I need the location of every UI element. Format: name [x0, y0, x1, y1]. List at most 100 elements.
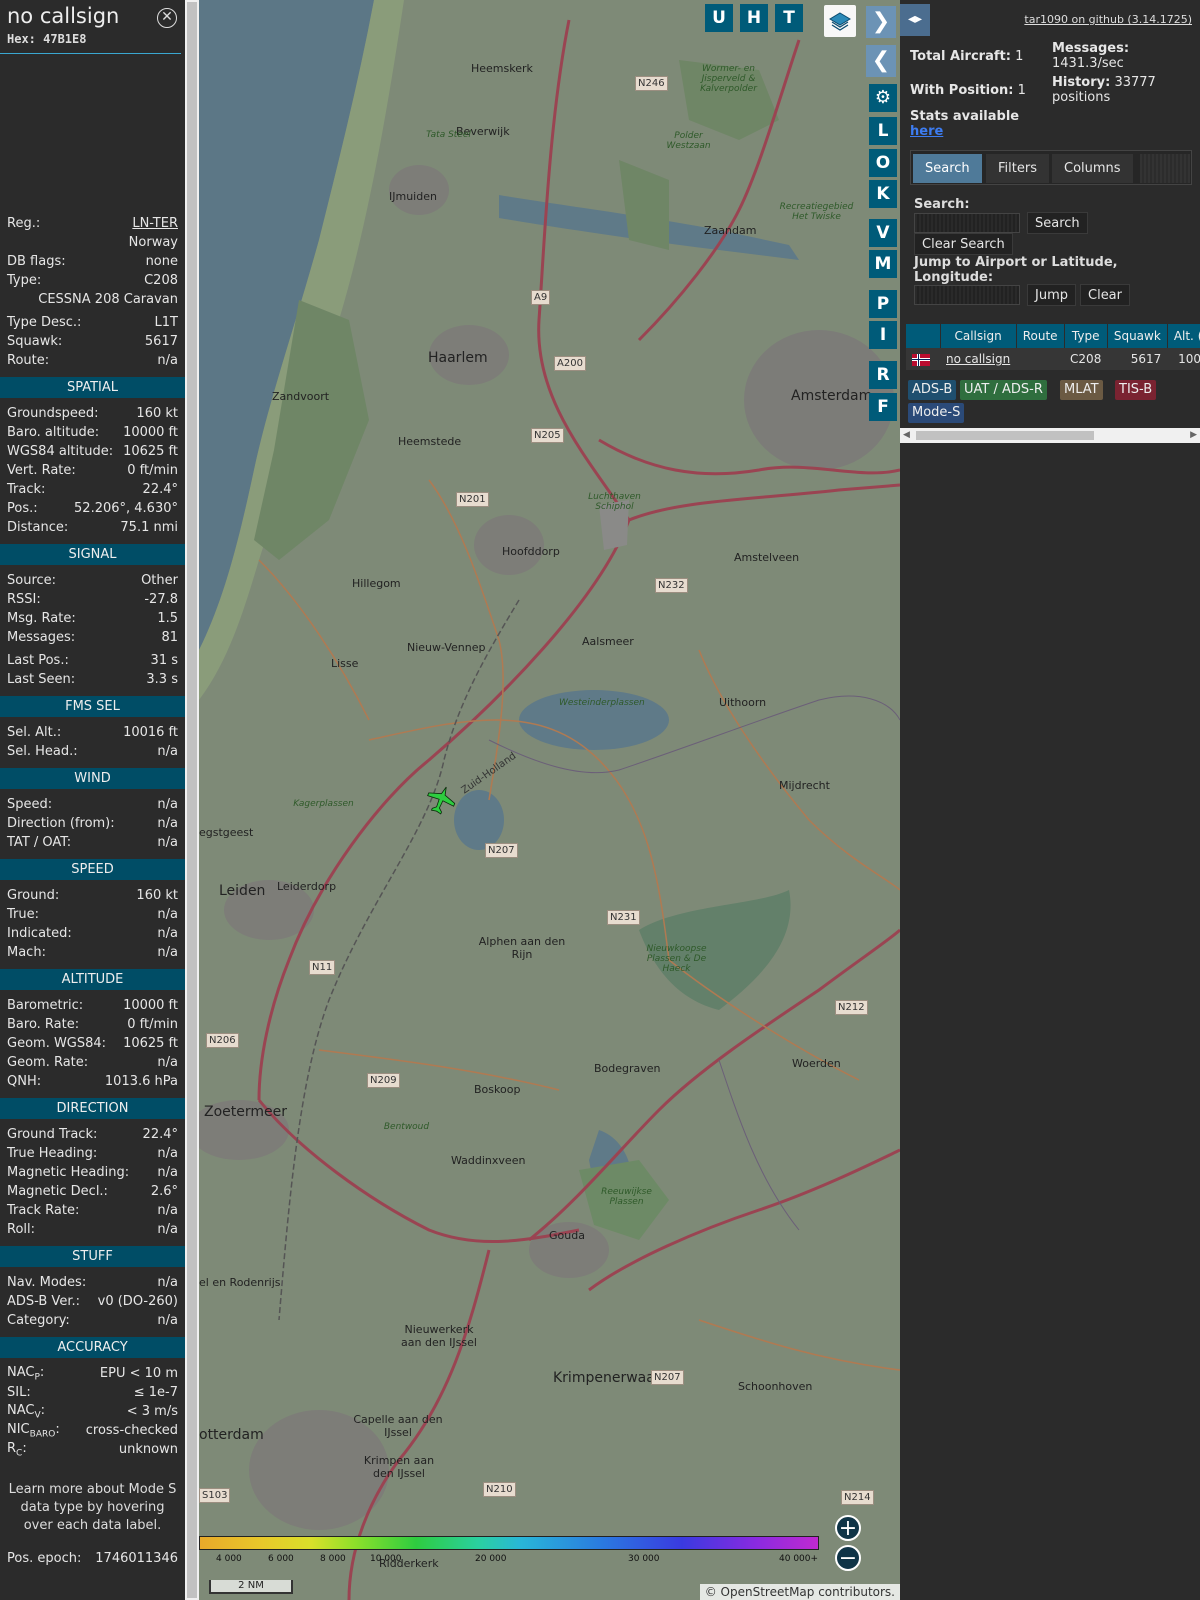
- altitude-cell: 10000: [1167, 348, 1200, 370]
- column-header[interactable]: Squawk: [1107, 324, 1168, 348]
- toggle-k-button[interactable]: K: [869, 180, 897, 208]
- map-place-label: Luchthaven Schiphol: [588, 492, 641, 512]
- section-header-accuracy: ACCURACY: [0, 1337, 185, 1358]
- road-shield: N205: [531, 428, 564, 443]
- detail-row: Last Seen: 3.3 s: [0, 670, 185, 689]
- detail-row: Roll: n/a: [0, 1220, 185, 1239]
- stat-label: Total Aircraft:: [910, 49, 1011, 64]
- source-badge-mlat[interactable]: MLAT: [1060, 380, 1103, 400]
- search-button[interactable]: Search: [1027, 212, 1088, 234]
- chevron-left-icon[interactable]: ❮: [866, 45, 896, 77]
- tab-search[interactable]: Search: [913, 154, 982, 183]
- detail-label: SIL:: [7, 1385, 31, 1400]
- legend-tick-label: 10 000: [370, 1554, 402, 1564]
- tab-filters[interactable]: Filters: [986, 154, 1049, 183]
- detail-value: 75.1 nmi: [120, 520, 178, 535]
- detail-row: DB flags: none: [0, 252, 185, 271]
- stat-value: 1: [1015, 49, 1024, 64]
- toggle-t-button[interactable]: T: [775, 4, 803, 32]
- column-header[interactable]: Type: [1064, 324, 1108, 348]
- zoom-in-button[interactable]: +: [835, 1515, 861, 1541]
- map-view[interactable]: Heemskerk Beverwijk IJmuiden Zaandam Haarlem…: [199, 0, 900, 1600]
- toggle-u-button[interactable]: U: [705, 4, 733, 32]
- zoom-out-button[interactable]: −: [835, 1545, 861, 1571]
- clear-button[interactable]: Clear: [1080, 284, 1130, 306]
- jump-button[interactable]: Jump: [1027, 284, 1076, 306]
- column-header[interactable]: Callsign: [940, 324, 1017, 348]
- panel-tabs: Search Filters Columns: [910, 150, 1192, 185]
- detail-value[interactable]: LN-TER: [132, 216, 178, 231]
- detail-row: Sel. Head.: n/a: [0, 742, 185, 761]
- scroll-left-icon[interactable]: ◀: [903, 430, 910, 440]
- detail-value: Norway: [128, 235, 178, 250]
- collapse-panel-icon[interactable]: ◂▸: [900, 4, 930, 36]
- route-cell: [1016, 348, 1065, 370]
- toggle-r-button[interactable]: R: [869, 361, 897, 389]
- search-input[interactable]: [914, 213, 1020, 233]
- section-header-wind: WIND: [0, 768, 185, 789]
- toggle-f-button[interactable]: F: [869, 393, 897, 421]
- detail-row: Barometric: 10000 ft: [0, 996, 185, 1015]
- detail-row: Norway: [0, 233, 185, 252]
- scrollbar-thumb[interactable]: [916, 431, 1094, 440]
- detail-row: CESSNA 208 Caravan: [0, 290, 185, 309]
- jump-label: Jump to Airport or Latitude, Longitude:: [914, 255, 1118, 285]
- toggle-v-button[interactable]: V: [869, 219, 897, 247]
- source-badge-uat-ads-r[interactable]: UAT / ADS-R: [960, 380, 1047, 400]
- map-place-label: Capelle aan den IJssel: [353, 1413, 443, 1439]
- detail-hex: Hex: 47B1E8: [7, 32, 87, 46]
- clear-search-button[interactable]: Clear Search: [914, 233, 1013, 255]
- detail-value: -27.8: [144, 592, 178, 607]
- detail-label: Msg. Rate:: [7, 611, 76, 626]
- layers-button[interactable]: [824, 5, 856, 37]
- map-attribution[interactable]: © OpenStreetMap contributors.: [699, 1584, 900, 1600]
- detail-value: 52.206°, 4.630°: [74, 501, 178, 516]
- close-icon[interactable]: ✕: [157, 8, 177, 28]
- version-link[interactable]: tar1090 on github (3.14.1725): [1024, 13, 1192, 26]
- jump-input[interactable]: [914, 285, 1020, 305]
- detail-row: Sel. Alt.: 10016 ft: [0, 723, 185, 742]
- toggle-i-button[interactable]: I: [869, 321, 897, 349]
- toggle-p-button[interactable]: P: [869, 290, 897, 318]
- detail-row: Mach: n/a: [0, 943, 185, 962]
- scrollbar-thumb[interactable]: [187, 2, 197, 1598]
- toggle-l-button[interactable]: L: [869, 117, 897, 145]
- mode-s-note: Learn more about Mode S data type by hov…: [8, 1482, 177, 1533]
- road-shield: N201: [456, 492, 489, 507]
- road-shield: N11: [309, 960, 336, 975]
- column-header[interactable]: Alt. (ft): [1167, 324, 1200, 348]
- column-header[interactable]: Route: [1016, 324, 1065, 348]
- column-header[interactable]: [906, 324, 941, 348]
- detail-label: Source:: [7, 573, 57, 588]
- detail-label: Last Pos.:: [7, 653, 69, 668]
- toggle-h-button[interactable]: H: [740, 4, 768, 32]
- source-badge-ads-b[interactable]: ADS-B: [908, 380, 957, 400]
- detail-value: 10625 ft: [123, 444, 178, 459]
- scroll-right-icon[interactable]: ▶: [1190, 430, 1197, 440]
- detail-value: 81: [161, 630, 178, 645]
- table-row[interactable]: no callsign C208 5617 10000: [906, 348, 1200, 370]
- detail-label: Baro. altitude:: [7, 425, 100, 440]
- with-position-stat: With Position: 1: [910, 83, 1026, 98]
- detail-value: n/a: [157, 1146, 178, 1161]
- toggle-m-button[interactable]: M: [869, 250, 897, 278]
- detail-label: Baro. Rate:: [7, 1017, 80, 1032]
- callsign-cell[interactable]: no callsign: [940, 348, 1017, 370]
- detail-panel-scrollbar[interactable]: ▲: [185, 0, 199, 1600]
- chevron-right-icon[interactable]: ❯: [866, 6, 896, 38]
- stats-link[interactable]: here: [910, 124, 943, 139]
- tab-columns[interactable]: Columns: [1052, 154, 1133, 183]
- detail-label: Category:: [7, 1313, 70, 1328]
- detail-value: 160 kt: [136, 406, 178, 421]
- table-horizontal-scrollbar[interactable]: ◀ ▶: [900, 428, 1200, 443]
- source-badge-mode-s[interactable]: Mode-S: [908, 403, 965, 423]
- legend-tick-label: 4 000: [216, 1554, 242, 1564]
- detail-row: Messages: 81: [0, 628, 185, 647]
- detail-row: Direction (from): n/a: [0, 814, 185, 833]
- detail-label: Nav. Modes:: [7, 1275, 87, 1290]
- source-badge-tis-b[interactable]: TIS-B: [1115, 380, 1157, 400]
- detail-label: Squawk:: [7, 334, 63, 349]
- settings-gear-icon[interactable]: ⚙: [869, 84, 897, 112]
- toggle-o-button[interactable]: O: [869, 149, 897, 177]
- detail-label: Reg.:: [7, 216, 41, 231]
